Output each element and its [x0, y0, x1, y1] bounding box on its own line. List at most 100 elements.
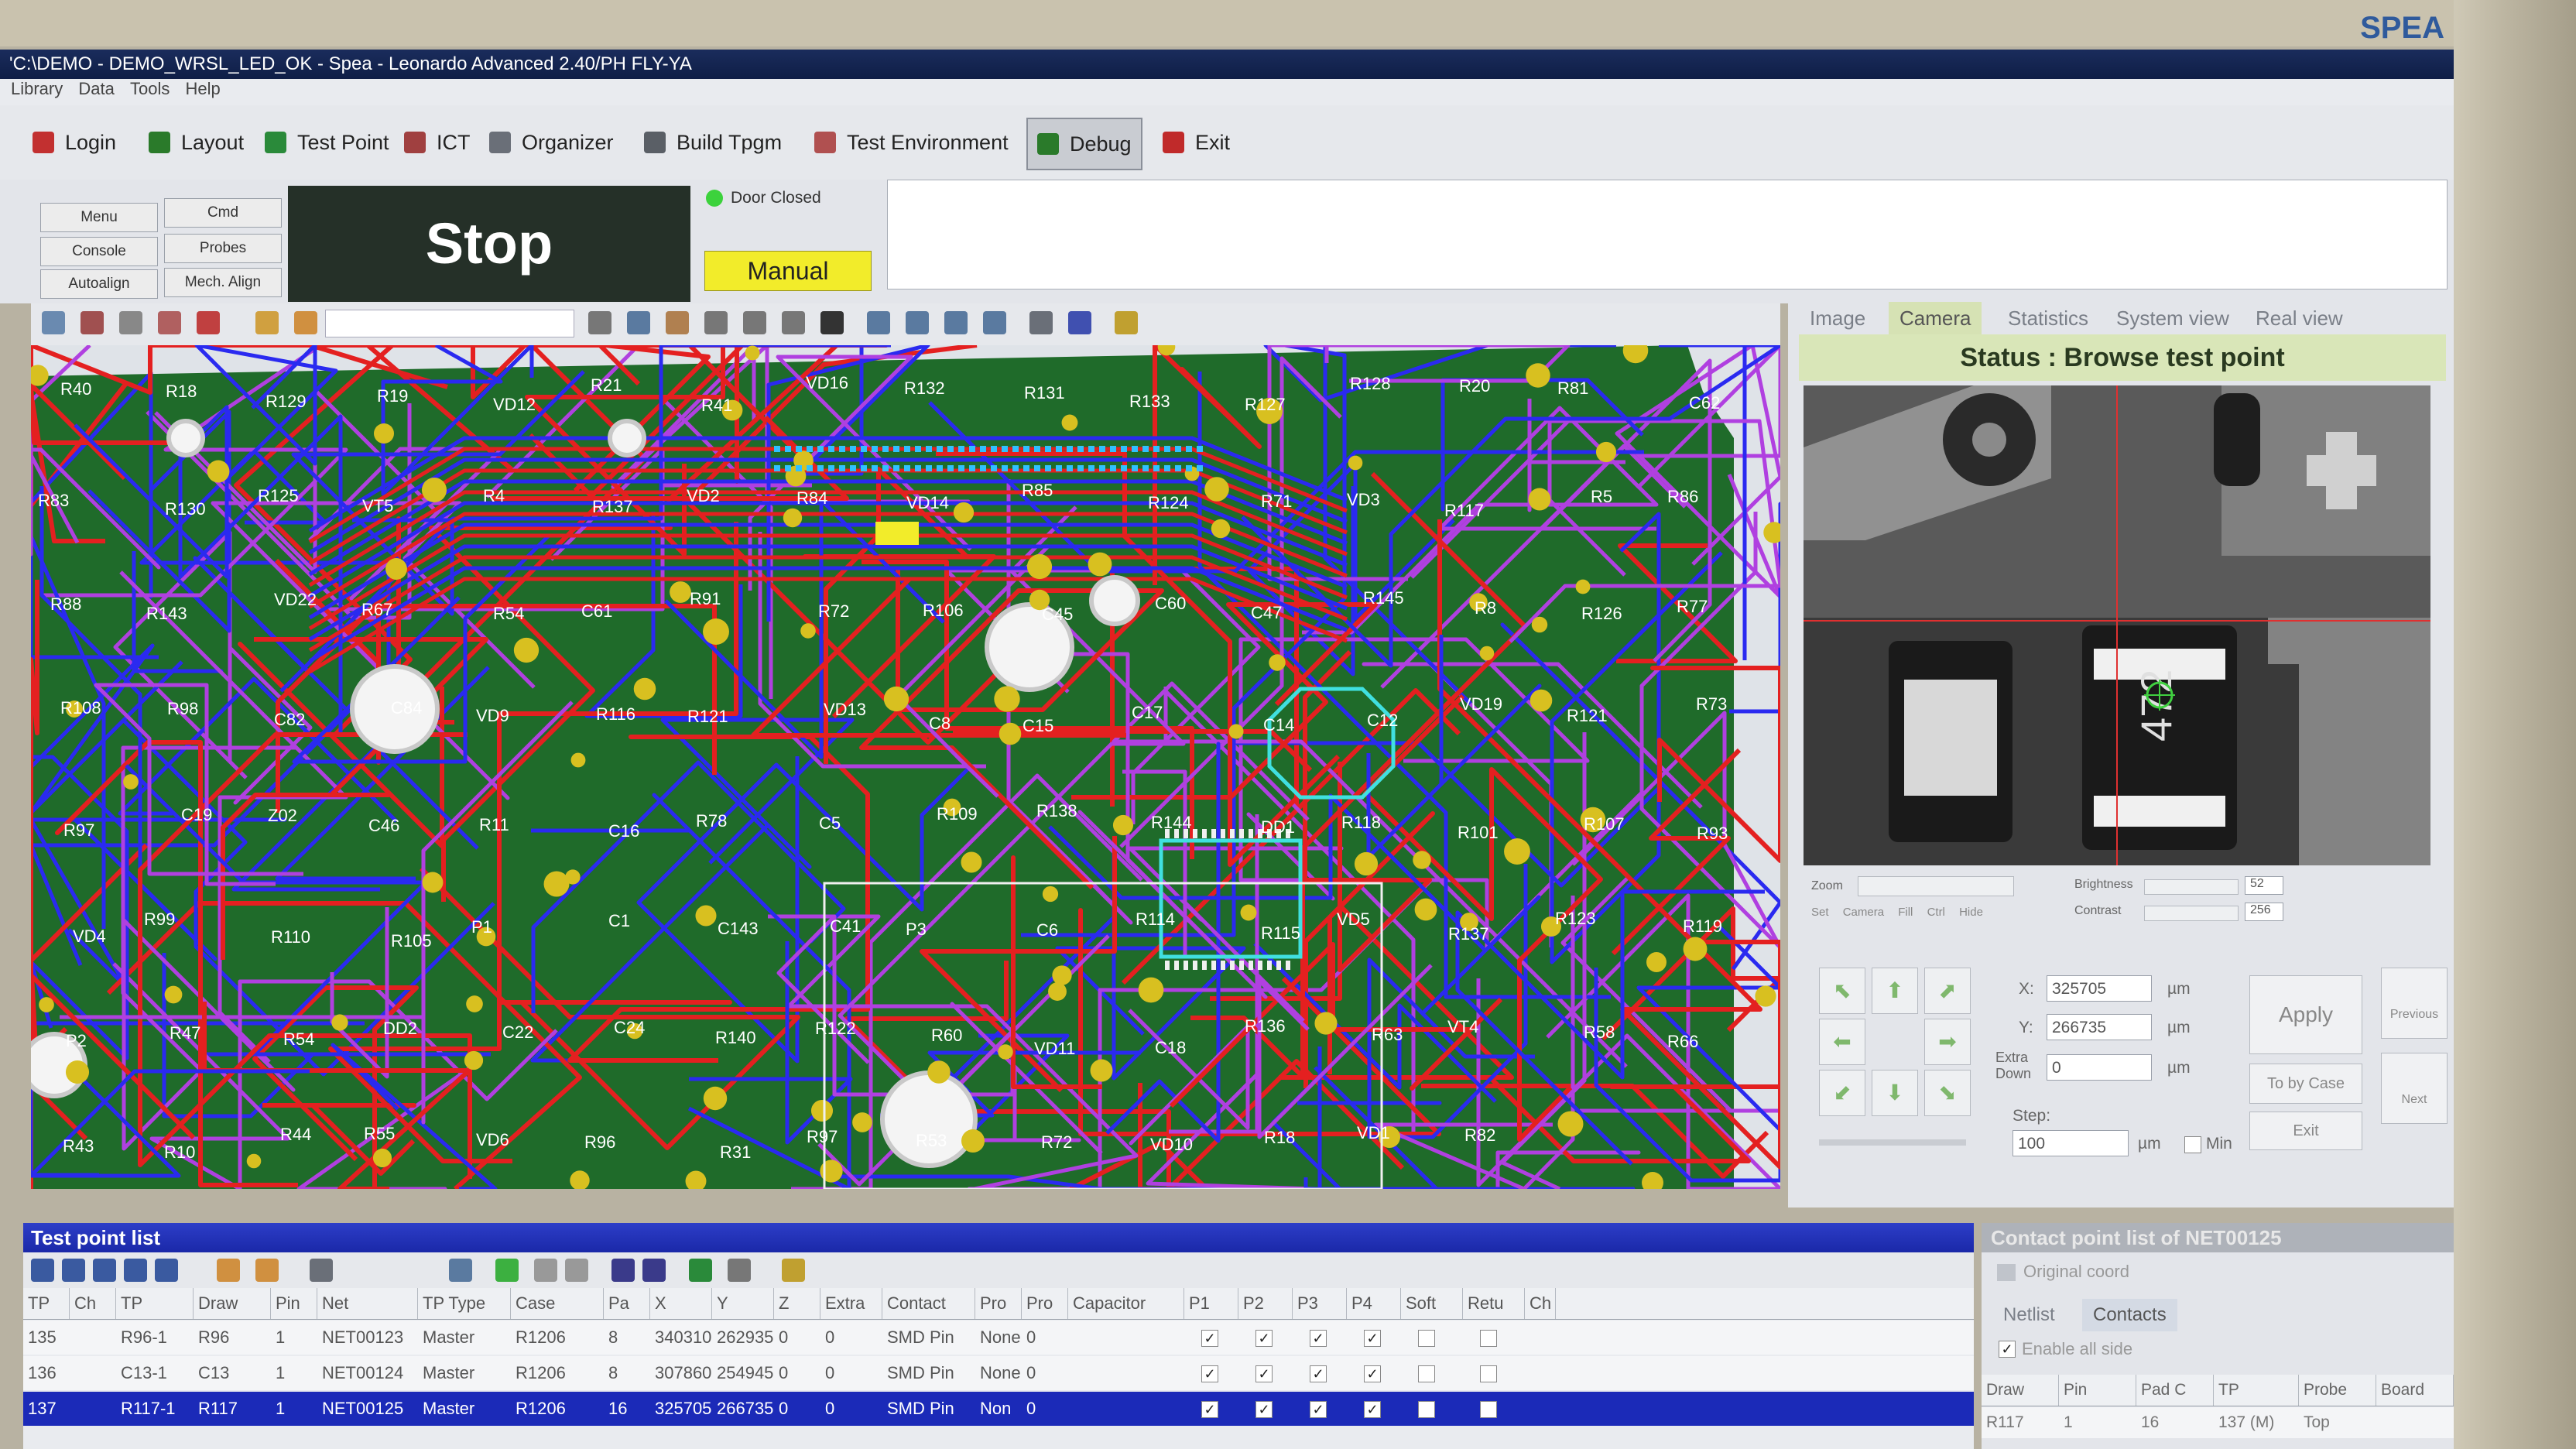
- component-label[interactable]: R124: [1148, 493, 1189, 512]
- component-label[interactable]: R126: [1581, 604, 1622, 623]
- component-label[interactable]: R85: [1022, 481, 1053, 500]
- component-label[interactable]: R54: [493, 604, 524, 623]
- move-up-right-button[interactable]: ⬈: [1924, 968, 1971, 1014]
- component-label[interactable]: C62: [1689, 393, 1720, 413]
- component-label[interactable]: C12: [1367, 711, 1398, 730]
- component-label[interactable]: R116: [596, 704, 635, 724]
- component-label[interactable]: R72: [818, 601, 849, 621]
- column-header[interactable]: Extra: [820, 1288, 882, 1319]
- component-label[interactable]: C5: [819, 814, 841, 833]
- ruler-icon[interactable]: [782, 311, 805, 334]
- component-label[interactable]: VD22: [274, 590, 317, 609]
- contrast-slider[interactable]: [2144, 906, 2239, 921]
- table-checkbox[interactable]: [1480, 1365, 1497, 1382]
- zoom-out-icon[interactable]: [906, 311, 929, 334]
- component-label[interactable]: R82: [1464, 1125, 1495, 1145]
- login-button[interactable]: Login: [23, 118, 125, 167]
- component-label[interactable]: C6: [1036, 920, 1058, 940]
- component-label[interactable]: VD1: [1357, 1123, 1390, 1142]
- column-header[interactable]: P4: [1347, 1288, 1401, 1319]
- component-label[interactable]: R11: [479, 815, 509, 834]
- component-label[interactable]: R137: [1448, 924, 1489, 944]
- column-header[interactable]: Y: [712, 1288, 774, 1319]
- component-label[interactable]: R114: [1136, 909, 1175, 929]
- column-header[interactable]: Ch: [70, 1288, 116, 1319]
- component-label[interactable]: R72: [1041, 1132, 1072, 1152]
- column-header[interactable]: Retu: [1463, 1288, 1525, 1319]
- column-header[interactable]: TP Type: [418, 1288, 511, 1319]
- contrast-value[interactable]: 256: [2245, 903, 2283, 921]
- component-label[interactable]: R131: [1024, 383, 1065, 402]
- column-header[interactable]: Probe: [2299, 1375, 2376, 1406]
- component-label[interactable]: R105: [391, 931, 432, 951]
- tp-check-icon[interactable]: [689, 1259, 712, 1282]
- column-header[interactable]: X: [650, 1288, 712, 1319]
- exit-camera-button[interactable]: Exit: [2249, 1112, 2362, 1150]
- table-checkbox[interactable]: ✓: [1364, 1365, 1381, 1382]
- column-header[interactable]: Board: [2376, 1375, 2454, 1406]
- set-button[interactable]: Set: [1811, 906, 1829, 919]
- zoom-fit-icon[interactable]: [944, 311, 968, 334]
- table-checkbox[interactable]: [1418, 1330, 1435, 1347]
- component-label[interactable]: R20: [1459, 376, 1490, 396]
- move-down-right-button[interactable]: ⬊: [1924, 1070, 1971, 1116]
- tp-pointer-icon[interactable]: [217, 1259, 240, 1282]
- component-label[interactable]: C8: [929, 714, 951, 733]
- column-header[interactable]: Pad C: [2136, 1375, 2214, 1406]
- component-label[interactable]: R44: [280, 1125, 311, 1144]
- table-checkbox[interactable]: [1480, 1401, 1497, 1418]
- tp-settings-icon[interactable]: [782, 1259, 805, 1282]
- component-label[interactable]: R8: [1475, 598, 1496, 618]
- probes-button[interactable]: Probes: [164, 234, 282, 263]
- component-label[interactable]: R97: [807, 1127, 838, 1146]
- component-label[interactable]: R98: [167, 699, 198, 718]
- zoom-window-icon[interactable]: [743, 311, 766, 334]
- component-label[interactable]: R117: [1444, 501, 1484, 520]
- component-label[interactable]: R88: [50, 594, 81, 614]
- component-label[interactable]: C60: [1155, 594, 1186, 613]
- pcb-canvas[interactable]: R40 R18 R129 R19 VD12 R21 R41 VD16 R132 R131 R133 R…: [31, 345, 1780, 1189]
- component-label[interactable]: R63: [1372, 1025, 1403, 1044]
- component-label[interactable]: R121: [687, 707, 728, 726]
- component-label[interactable]: R83: [38, 491, 69, 510]
- component-label[interactable]: R99: [144, 909, 175, 929]
- component-label[interactable]: R84: [796, 488, 827, 508]
- zoom-control[interactable]: [1858, 876, 2014, 896]
- tp-edit-icon[interactable]: [155, 1259, 178, 1282]
- column-header[interactable]: Pin: [2059, 1375, 2136, 1406]
- component-label[interactable]: R91: [690, 589, 721, 608]
- step-field[interactable]: 100: [2012, 1130, 2129, 1156]
- tp-filter-icon[interactable]: [728, 1259, 751, 1282]
- component-label[interactable]: C45: [1042, 605, 1073, 624]
- tp-open-icon[interactable]: [62, 1259, 85, 1282]
- component-label[interactable]: C84: [391, 698, 422, 718]
- tab-real-view[interactable]: Real view: [2245, 302, 2354, 334]
- previous-button[interactable]: Previous: [2381, 968, 2448, 1039]
- column-header[interactable]: Draw: [194, 1288, 271, 1319]
- layers-icon[interactable]: [1068, 311, 1091, 334]
- refresh-icon[interactable]: [197, 311, 220, 334]
- column-header[interactable]: Ch: [1525, 1288, 1556, 1319]
- component-label[interactable]: VD9: [476, 706, 509, 725]
- organizer-button[interactable]: Organizer: [480, 118, 623, 167]
- test-environment-button[interactable]: Test Environment: [805, 118, 1018, 167]
- debug-button[interactable]: Debug: [1026, 118, 1142, 170]
- component-label[interactable]: R19: [377, 386, 408, 406]
- move-right-button[interactable]: ➡: [1924, 1019, 1971, 1065]
- component-label[interactable]: C143: [718, 919, 759, 938]
- zoom-in-icon[interactable]: [867, 311, 890, 334]
- component-label[interactable]: C15: [1023, 716, 1053, 735]
- component-label[interactable]: R145: [1363, 588, 1404, 608]
- column-header[interactable]: P1: [1184, 1288, 1238, 1319]
- table-checkbox[interactable]: ✓: [1255, 1330, 1273, 1347]
- tab-statistics[interactable]: Statistics: [1997, 302, 2099, 334]
- component-label[interactable]: R140: [715, 1028, 756, 1047]
- manual-mode-button[interactable]: Manual: [704, 251, 872, 291]
- camera-button[interactable]: Camera: [1843, 906, 1884, 919]
- component-label[interactable]: R58: [1584, 1023, 1615, 1042]
- table-checkbox[interactable]: [1418, 1401, 1435, 1418]
- grid-icon[interactable]: [1029, 311, 1053, 334]
- component-label[interactable]: R66: [1667, 1032, 1698, 1051]
- tab-camera[interactable]: Camera: [1889, 302, 1982, 334]
- component-label[interactable]: C16: [608, 821, 639, 841]
